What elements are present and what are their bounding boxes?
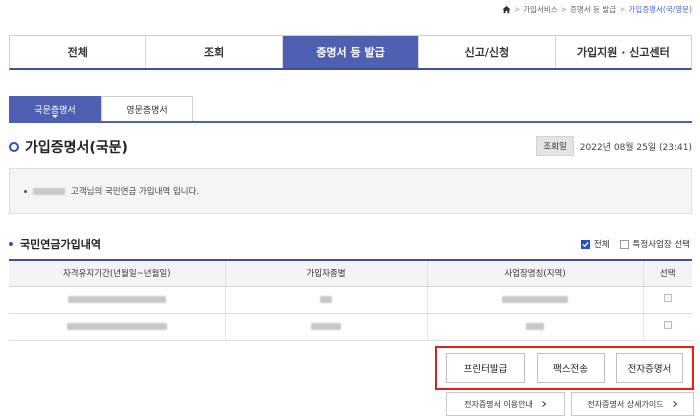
sub-tab-divider bbox=[9, 121, 692, 123]
inquiry-date-label: 조회일 bbox=[536, 136, 574, 156]
dot-bullet-icon bbox=[9, 242, 13, 246]
info-box: 고객님의 국민연금 가입내역 입니다. bbox=[9, 168, 692, 214]
cell-select bbox=[643, 313, 692, 341]
table-row bbox=[9, 286, 692, 314]
filter-all-label: 전체 bbox=[593, 240, 610, 250]
filter-all-checkbox[interactable] bbox=[580, 239, 590, 249]
subsection-title-text: 국민연금가입내역 bbox=[20, 238, 101, 251]
ring-bullet-icon bbox=[9, 142, 19, 152]
enrollment-table: 자격유지기간(년월일~년월일) 가입자종별 사업장명칭(지역) 선택 bbox=[9, 259, 692, 341]
print-issue-button[interactable]: 프린터발급 bbox=[446, 353, 525, 383]
chevron-right-icon bbox=[672, 401, 677, 407]
tab-support-center[interactable]: 가입지원 · 신고센터 bbox=[555, 36, 692, 68]
main-tabs: 전체 조회 증명서 등 발급 신고/신청 가입지원 · 신고센터 bbox=[9, 35, 692, 70]
breadcrumb-item-certificates[interactable]: 증명서 등 발급 bbox=[570, 4, 616, 15]
filter-specific[interactable]: 특정사업장 선택 bbox=[619, 238, 690, 250]
tab-korean-certificate[interactable]: 국문증명서 bbox=[9, 96, 101, 121]
subsection-title: 국민연금가입내역 bbox=[9, 236, 101, 252]
blurred-value bbox=[502, 295, 568, 303]
col-header-select: 선택 bbox=[643, 260, 692, 287]
table-row bbox=[9, 313, 692, 341]
table-header-row: 자격유지기간(년월일~년월일) 가입자종별 사업장명칭(지역) 선택 bbox=[9, 260, 692, 287]
cell-period bbox=[9, 313, 226, 341]
section-title: 가입증명서(국문) bbox=[9, 137, 128, 157]
filter-specific-label: 특정사업장 선택 bbox=[632, 240, 690, 250]
col-header-workplace: 사업장명칭(지역) bbox=[427, 260, 644, 287]
filter-specific-checkbox[interactable] bbox=[619, 239, 629, 249]
breadcrumb-separator: > bbox=[513, 5, 521, 14]
check-icon bbox=[582, 241, 589, 247]
e-certificate-button[interactable]: 전자증명서 bbox=[616, 353, 683, 383]
cell-workplace bbox=[427, 313, 644, 341]
col-header-period: 자격유지기간(년월일~년월일) bbox=[9, 260, 226, 287]
usage-guide-label: 전자증명서 이용안내 bbox=[464, 399, 533, 409]
blurred-value bbox=[311, 322, 341, 330]
row-select-checkbox[interactable] bbox=[663, 294, 672, 302]
detail-guide-label: 전자증명서 상세가이드 bbox=[587, 399, 664, 409]
issue-actions-highlight: 프린터발급 팩스전송 전자증명서 bbox=[435, 346, 694, 390]
cell-period bbox=[9, 286, 226, 314]
tab-report-apply[interactable]: 신고/신청 bbox=[419, 36, 556, 68]
blurred-value bbox=[67, 295, 166, 303]
breadcrumb-separator: > bbox=[619, 5, 626, 14]
e-certificate-detail-guide-button[interactable]: 전자증명서 상세가이드 bbox=[571, 392, 694, 416]
blurred-value bbox=[66, 322, 167, 330]
tab-all[interactable]: 전체 bbox=[10, 36, 147, 68]
blurred-customer-name bbox=[33, 187, 65, 195]
filters: 전체 특정사업장 선택 bbox=[580, 238, 690, 250]
e-certificate-usage-guide-button[interactable]: 전자증명서 이용안내 bbox=[446, 392, 565, 416]
home-icon[interactable] bbox=[502, 5, 511, 14]
bullet-icon bbox=[24, 189, 27, 193]
breadcrumb: > 가입서비스 > 증명서 등 발급 > 가입증명서(국/영문) bbox=[502, 4, 692, 15]
cell-type bbox=[225, 286, 428, 314]
blurred-value bbox=[526, 322, 544, 330]
cell-select bbox=[643, 286, 692, 314]
breadcrumb-current: 가입증명서(국/영문) bbox=[628, 5, 692, 14]
breadcrumb-item-join[interactable]: 가입서비스 bbox=[523, 4, 558, 15]
cell-type bbox=[225, 313, 428, 341]
blurred-value bbox=[320, 295, 332, 303]
cell-workplace bbox=[427, 286, 644, 314]
breadcrumb-separator: > bbox=[560, 5, 567, 14]
inquiry-date: 조회일 2022년 08월 25일 (23:41) bbox=[536, 136, 692, 156]
fax-send-button[interactable]: 팩스전송 bbox=[536, 353, 605, 383]
chevron-right-icon bbox=[542, 401, 547, 407]
info-message: 고객님의 국민연금 가입내역 입니다. bbox=[71, 187, 200, 197]
tab-inquiry[interactable]: 조회 bbox=[146, 36, 283, 68]
page-title: 가입증명서(국문) bbox=[25, 140, 128, 156]
filter-all[interactable]: 전체 bbox=[580, 238, 610, 250]
inquiry-date-value: 2022년 08월 25일 (23:41) bbox=[579, 142, 692, 153]
tab-english-certificate[interactable]: 영문증명서 bbox=[101, 96, 193, 121]
sub-tabs: 국문증명서 영문증명서 bbox=[9, 96, 193, 121]
col-header-type: 가입자종별 bbox=[225, 260, 428, 287]
tab-certificates[interactable]: 증명서 등 발급 bbox=[282, 36, 420, 68]
row-select-checkbox[interactable] bbox=[663, 321, 672, 329]
